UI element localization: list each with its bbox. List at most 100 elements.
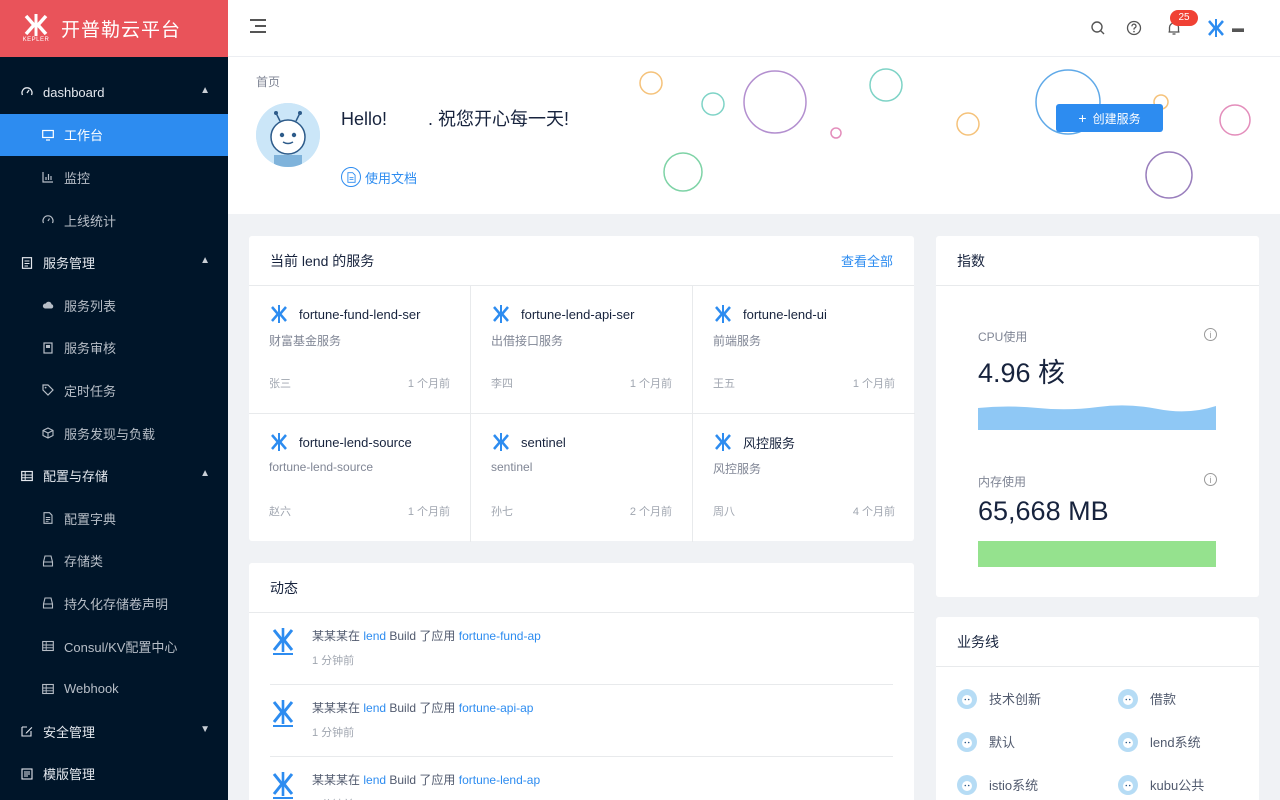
activity-target-link[interactable]: lend [363, 773, 386, 787]
service-tile[interactable]: 风控服务 风控服务 周八 4 个月前 [693, 414, 915, 542]
sidebar-item-storage-class[interactable]: 存储类 [0, 540, 228, 583]
sidebar-item-deploy-stats[interactable]: 上线统计 [0, 199, 228, 242]
menu-group-label: 安全管理 [43, 724, 96, 740]
service-name[interactable]: fortune-lend-api-ser [521, 307, 634, 322]
view-all-link[interactable]: 查看全部 [841, 251, 893, 270]
robot-avatar-icon [1118, 731, 1138, 752]
business-line-label: 默认 [989, 735, 1016, 750]
service-owner: 孙七 [491, 506, 513, 518]
template-icon [20, 767, 34, 781]
menu-group-templates[interactable]: 模版管理 [0, 753, 228, 796]
info-icon[interactable]: i [1204, 473, 1217, 486]
help-icon[interactable] [1126, 20, 1142, 36]
metrics-card: 指数 CPU使用 i 4.96 核 内存使用 i 65,668 MB [936, 236, 1259, 597]
activity-user[interactable]: 某某某 [312, 701, 348, 715]
activity-target-link[interactable]: lend [363, 629, 386, 643]
service-name[interactable]: 风控服务 [743, 433, 795, 452]
robot-avatar-icon [957, 688, 977, 709]
username[interactable]: ▬ ▬ [1232, 24, 1258, 32]
service-name[interactable]: fortune-lend-ui [743, 307, 827, 322]
menu-group-config-storage[interactable]: 配置与存储 ▲ [0, 454, 228, 497]
menu-toggle-icon[interactable] [250, 19, 266, 33]
service-desc: 前端服务 [713, 334, 762, 348]
business-grid: 技术创新 借款默认 lend系统 istio系统 kubu公共 [936, 667, 1259, 796]
sidebar-item-service-list[interactable]: 服务列表 [0, 284, 228, 327]
service-name[interactable]: fortune-lend-source [299, 435, 412, 450]
service-tile[interactable]: fortune-lend-source fortune-lend-source 赵六… [249, 414, 471, 542]
activity-app-link[interactable]: fortune-fund-ap [459, 629, 541, 643]
chevron-up-icon: ▲ [200, 255, 210, 267]
activity-user[interactable]: 某某某 [312, 773, 348, 787]
info-icon[interactable]: i [1204, 328, 1217, 341]
activity-target-link[interactable]: lend [363, 701, 386, 715]
kepler-icon [270, 771, 296, 800]
business-line-item[interactable]: 借款 [1118, 687, 1258, 710]
activity-app-link[interactable]: fortune-lend-ap [459, 773, 540, 787]
sidebar-item-monitor[interactable]: 监控 [0, 156, 228, 199]
docs-link[interactable]: 使用文档 [341, 167, 417, 187]
service-tile[interactable]: fortune-fund-lend-ser 财富基金服务 张三 1 个月前 [249, 286, 471, 414]
hard-drive-icon [42, 555, 54, 567]
activity-user[interactable]: 某某某 [312, 629, 348, 643]
service-footer: 赵六 1 个月前 [269, 503, 450, 519]
decorative-circles [639, 68, 1251, 199]
service-tile[interactable]: fortune-lend-ui 前端服务 王五 1 个月前 [693, 286, 915, 414]
service-owner: 李四 [491, 378, 513, 390]
cube-icon [42, 427, 54, 439]
sidebar-item-webhook[interactable]: Webhook [0, 667, 228, 710]
business-line-item[interactable]: istio系统 [957, 773, 1118, 796]
kepler-icon [269, 432, 289, 452]
sidebar-item-service-review[interactable]: 服务审核 [0, 327, 228, 370]
service-name[interactable]: fortune-fund-lend-ser [299, 307, 420, 322]
menu-group-security[interactable]: 安全管理 ▼ [0, 710, 228, 753]
service-time: 1 个月前 [852, 378, 895, 390]
sidebar-item-service-discovery[interactable]: 服务发现与负载 [0, 412, 228, 455]
user-avatar[interactable] [1206, 18, 1226, 38]
logo-subtext: KEPLER [22, 36, 50, 43]
menu-group-service-management[interactable]: 服务管理 ▲ [0, 241, 228, 284]
chevron-down-icon: ▼ [200, 723, 210, 735]
sidebar-item-consul-kv[interactable]: Consul/KV配置中心 [0, 625, 228, 668]
service-tile[interactable]: sentinel sentinel 孙七 2 个月前 [471, 414, 693, 542]
activity-title: 动态 [270, 579, 298, 596]
activity-prefix: 在 [348, 701, 364, 715]
service-title: sentinel [491, 432, 672, 452]
business-title: 业务线 [957, 633, 999, 650]
speedometer-icon [42, 214, 54, 226]
service-tile[interactable]: fortune-lend-api-ser 出借接口服务 李四 1 个月前 [471, 286, 693, 414]
service-time: 4 个月前 [852, 506, 895, 518]
service-footer: 张三 1 个月前 [269, 375, 450, 391]
business-line-item[interactable]: kubu公共 [1118, 773, 1258, 796]
robot-avatar-icon [1118, 688, 1138, 709]
activity-item: 某某某在 lend Build 了应用 fortune-lend-ap 1 分钟前 [270, 757, 893, 800]
service-desc: 出借接口服务 [491, 334, 564, 348]
business-line-item[interactable]: 技术创新 [957, 687, 1118, 710]
list-doc-icon [20, 256, 34, 270]
metrics-title: 指数 [957, 252, 985, 269]
create-service-button[interactable]: + 创建服务 [1056, 104, 1163, 132]
services-grid: fortune-fund-lend-ser 财富基金服务 张三 1 个月前 fortun… [249, 286, 915, 542]
sidebar-item-workbench[interactable]: 工作台 [0, 113, 228, 157]
breadcrumb[interactable]: 首页 [256, 73, 280, 90]
activity-app-link[interactable]: fortune-api-ap [459, 701, 534, 715]
activity-feed: 某某某在 lend Build 了应用 fortune-fund-ap 1 分钟前… [249, 613, 914, 800]
sidebar-item-config-map[interactable]: 配置字典 [0, 497, 228, 540]
service-desc: 风控服务 [713, 462, 762, 476]
activity-text: 某某某在 lend Build 了应用 fortune-api-ap [312, 699, 533, 716]
robot-avatar-icon [1118, 774, 1138, 795]
service-name[interactable]: sentinel [521, 435, 566, 450]
activity-action: Build 了应用 [386, 701, 459, 715]
business-line-item[interactable]: lend系统 [1118, 730, 1258, 753]
sidebar-item-cron-jobs[interactable]: 定时任务 [0, 369, 228, 412]
logo-bar[interactable]: KEPLER 开普勒云平台 [0, 0, 228, 57]
business-line-item[interactable]: 默认 [957, 730, 1118, 753]
sidebar-item-label: 存储类 [64, 554, 104, 570]
search-icon[interactable] [1090, 20, 1106, 36]
notification-badge[interactable]: 25 [1170, 10, 1198, 26]
activity-card-header: 动态 [249, 563, 914, 613]
services-card: 当前 lend 的服务 查看全部 fortune-fund-lend-ser 财富… [249, 236, 915, 542]
business-card-header: 业务线 [936, 617, 1259, 667]
menu-group-dashboard[interactable]: dashboard ▲ [0, 71, 228, 114]
sidebar-item-pvc[interactable]: 持久化存储卷声明 [0, 582, 228, 625]
hard-drive-icon [42, 597, 54, 609]
